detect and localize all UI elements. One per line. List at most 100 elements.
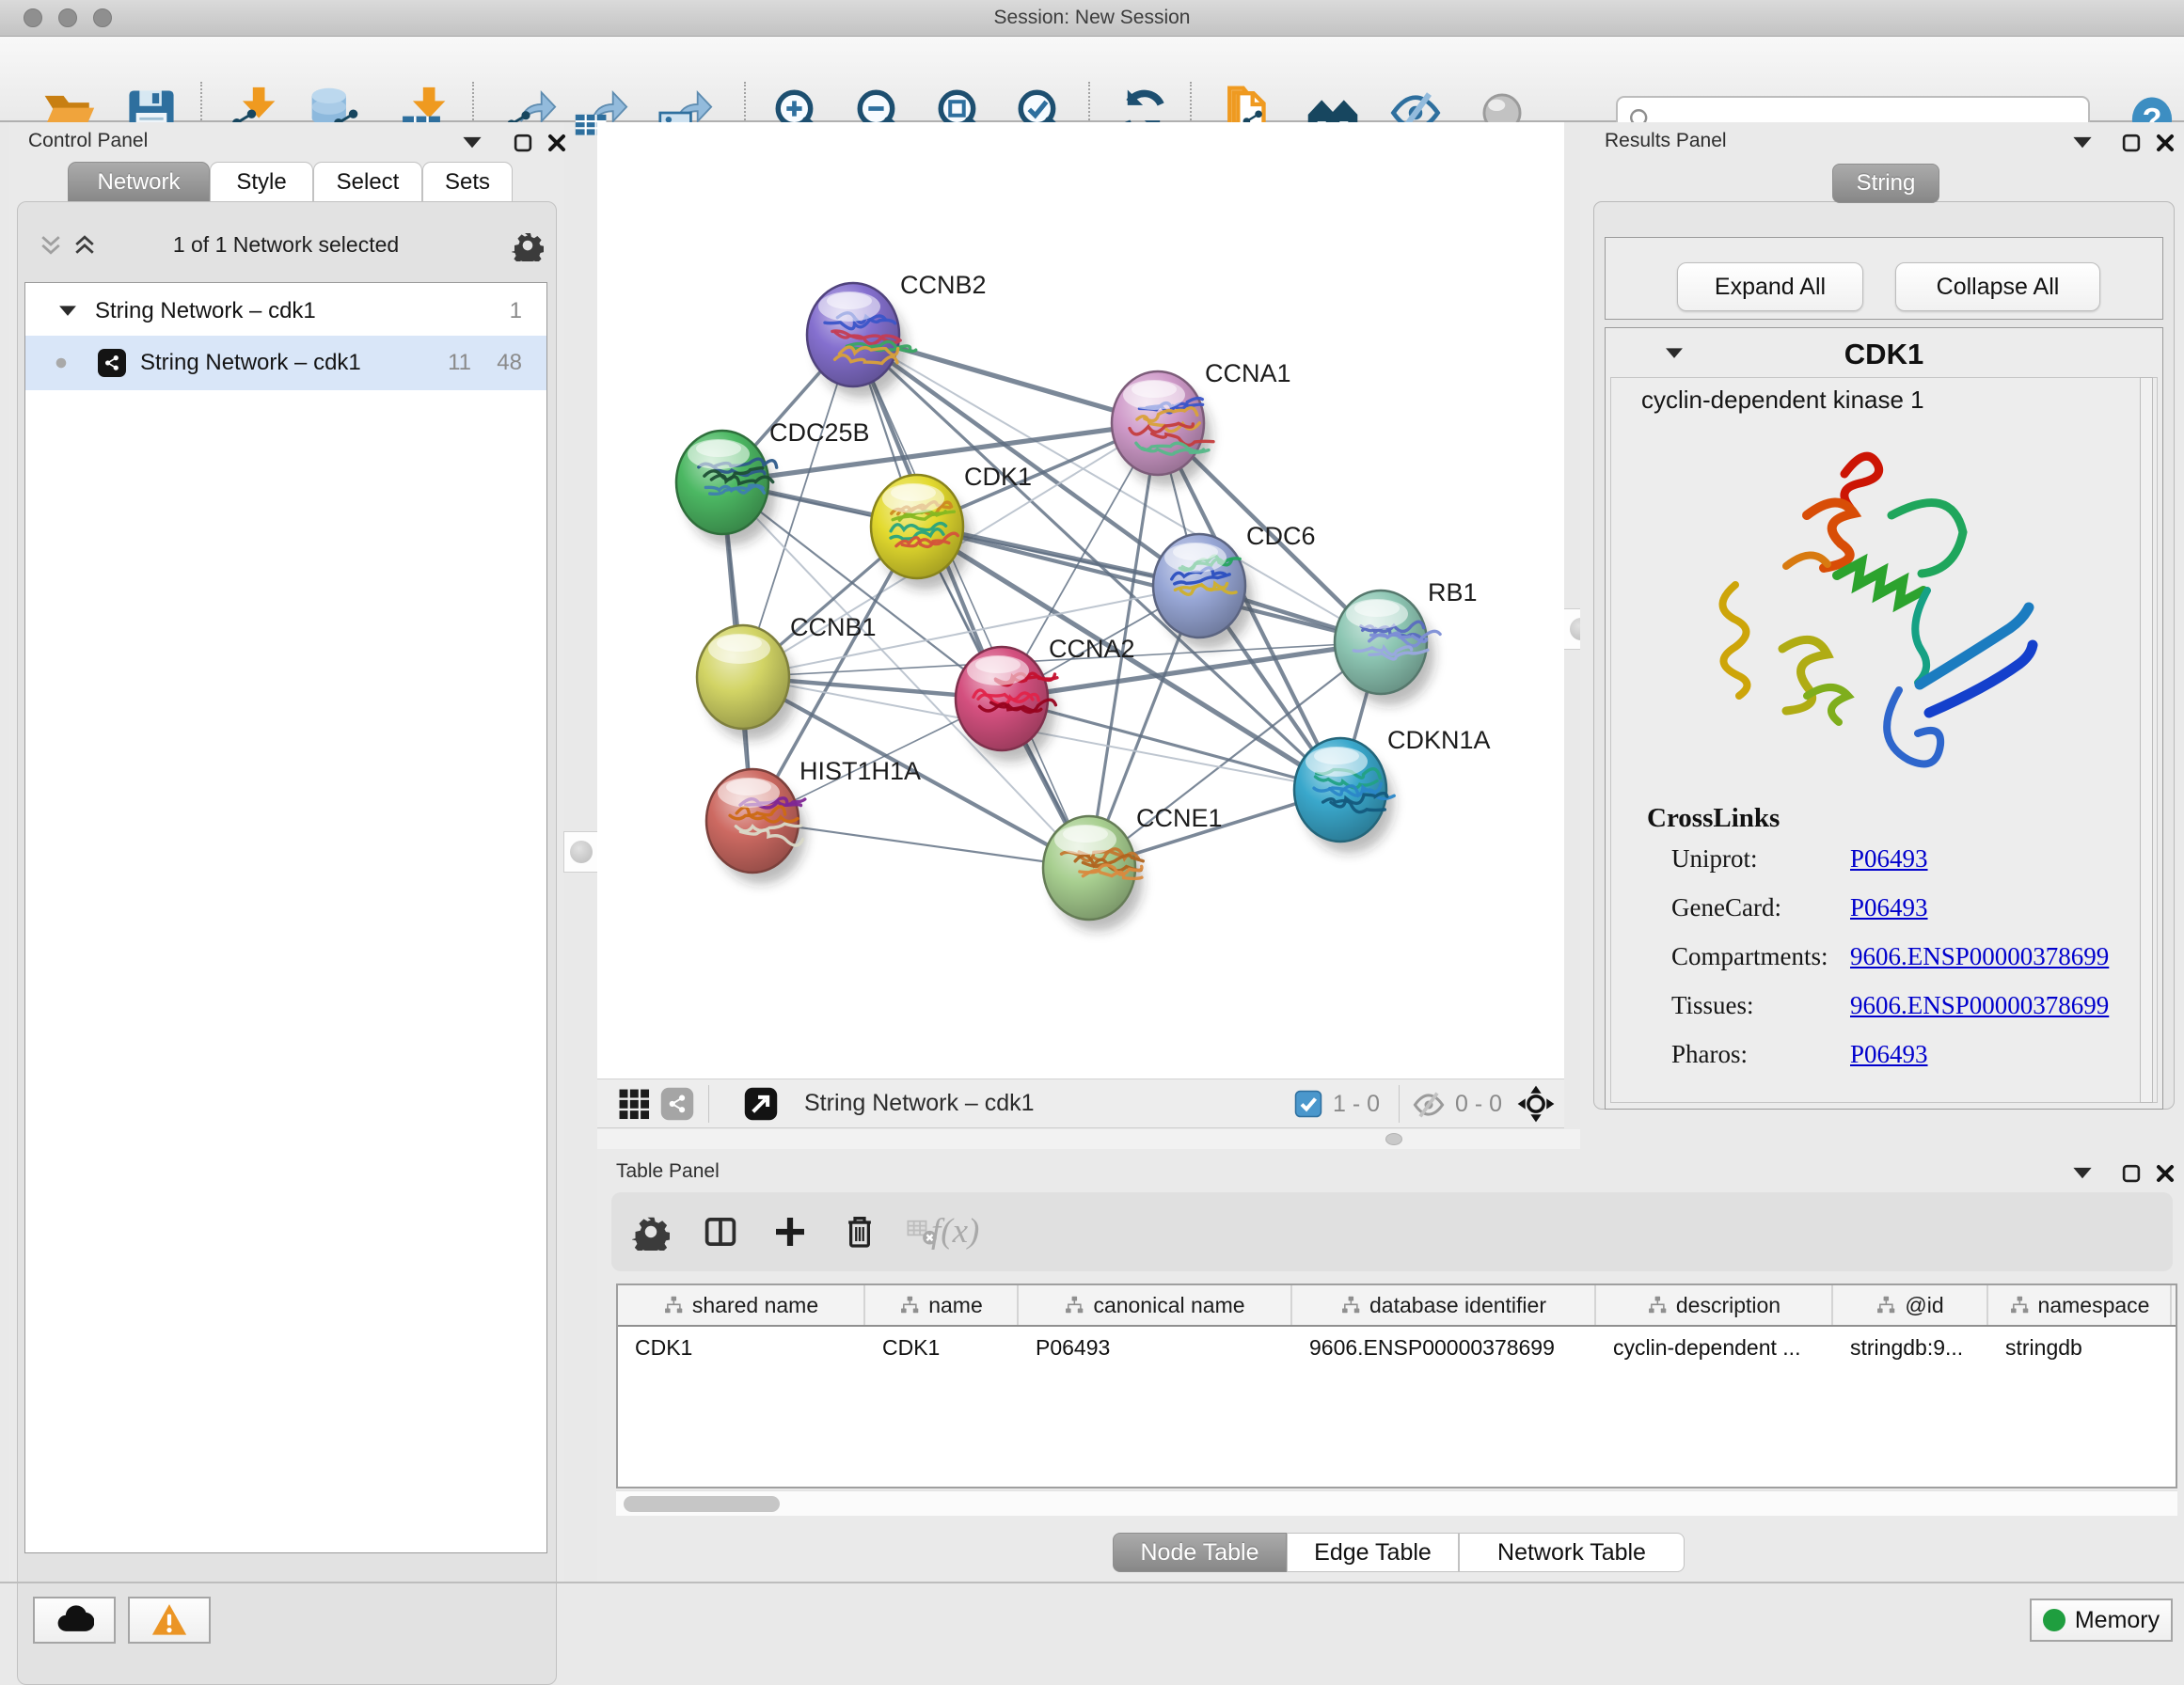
table-panel: Table Panel f(x) shared namenamecanonica…: [597, 1149, 2184, 1582]
node-label-CDKN1A: CDKN1A: [1387, 726, 1491, 754]
scrollbar-thumb[interactable]: [624, 1496, 780, 1512]
network-view-canvas[interactable]: CCNB2CCNA1CDC25BCDK1CDC6RB1CCNB1CCNA2CDK…: [597, 122, 1564, 1079]
column-type-icon: [1875, 1295, 1896, 1315]
panel-close-icon[interactable]: [2152, 1160, 2178, 1187]
table-cell[interactable]: 9606.ENSP00000378699: [1292, 1327, 1596, 1368]
network-tree-root-row[interactable]: String Network – cdk1 1: [25, 289, 546, 334]
column-header-name[interactable]: name: [865, 1285, 1019, 1325]
delete-column-icon[interactable]: [841, 1213, 878, 1251]
network-node-CDC6[interactable]: [1153, 534, 1253, 649]
table-options-gear-icon[interactable]: [632, 1213, 670, 1251]
table-cell[interactable]: stringdb: [1988, 1327, 2172, 1368]
column-header-description[interactable]: description: [1596, 1285, 1833, 1325]
tab-edge-table[interactable]: Edge Table: [1287, 1533, 1459, 1572]
network-node-CCNE1[interactable]: [1043, 816, 1143, 931]
table-cell[interactable]: CDK1: [618, 1327, 865, 1368]
column-header-namespace[interactable]: namespace: [1988, 1285, 2172, 1325]
tab-sets[interactable]: Sets: [422, 162, 513, 203]
add-column-icon[interactable]: [771, 1213, 809, 1251]
network-tree-item-row[interactable]: String Network – cdk1 11 48: [25, 336, 546, 390]
column-type-icon: [1647, 1295, 1668, 1315]
title-bar: Session: New Session: [0, 0, 2184, 37]
panel-float-icon[interactable]: [510, 130, 536, 156]
cloud-button[interactable]: [33, 1597, 116, 1644]
crosslink-link[interactable]: P06493: [1850, 893, 1928, 922]
panel-menu-icon[interactable]: [2069, 130, 2096, 156]
collapse-all-button[interactable]: Collapse All: [1895, 262, 2100, 311]
network-item-label: String Network – cdk1: [140, 350, 361, 376]
table-cell[interactable]: P06493: [1019, 1327, 1292, 1368]
grid-view-icon[interactable]: [616, 1086, 652, 1122]
network-graph[interactable]: CCNB2CCNA1CDC25BCDK1CDC6RB1CCNB1CCNA2CDK…: [597, 122, 1564, 1079]
panel-float-icon[interactable]: [2118, 130, 2144, 156]
tab-network-table[interactable]: Network Table: [1459, 1533, 1685, 1572]
table-hscrollbar[interactable]: [616, 1490, 2177, 1516]
tab-string[interactable]: String: [1832, 164, 1939, 203]
left-splitter-handle[interactable]: [563, 831, 599, 873]
memory-label: Memory: [2075, 1607, 2160, 1634]
select-columns-icon[interactable]: [702, 1213, 739, 1251]
table-cell[interactable]: CDK1: [865, 1327, 1019, 1368]
network-edges: [722, 335, 1381, 868]
network-view-statusbar: String Network – cdk1 1 - 0 0 - 0: [597, 1079, 1564, 1128]
crosslink-label: GeneCard:: [1671, 893, 1781, 922]
current-network-name: String Network – cdk1: [804, 1090, 1035, 1117]
network-node-CCNB2[interactable]: [807, 283, 916, 398]
panel-float-icon[interactable]: [2118, 1160, 2144, 1187]
column-header-database-identifier[interactable]: database identifier: [1292, 1285, 1596, 1325]
column-header-shared-name[interactable]: shared name: [618, 1285, 865, 1325]
memory-button[interactable]: Memory: [2030, 1598, 2173, 1642]
table-tabs: Node Table Edge Table Network Table: [1113, 1533, 1685, 1572]
network-node-CDC25B[interactable]: [676, 431, 777, 545]
splitter-grip-icon[interactable]: [1385, 1133, 1402, 1145]
panel-menu-icon[interactable]: [459, 130, 485, 156]
selected-count: 1 - 0: [1333, 1091, 1380, 1118]
crosslink-link[interactable]: 9606.ENSP00000378699: [1850, 942, 2109, 971]
crosslink-label: Compartments:: [1671, 942, 1828, 971]
open-external-icon[interactable]: [743, 1086, 779, 1122]
network-edge[interactable]: [853, 335, 1089, 868]
tree-expand-icon[interactable]: [55, 299, 80, 323]
table-cell[interactable]: cyclin-dependent ...: [1596, 1327, 1833, 1368]
network-node-CDKN1A[interactable]: [1294, 738, 1394, 853]
tab-select[interactable]: Select: [313, 162, 422, 203]
string-badge-icon[interactable]: [659, 1086, 695, 1122]
table-cell[interactable]: stringdb:9...: [1833, 1327, 1988, 1368]
collection-count: 1: [510, 298, 522, 324]
tab-network[interactable]: Network: [68, 162, 210, 203]
statusbar-separator: [1399, 1085, 1400, 1123]
edge-count-badge: 48: [497, 350, 522, 376]
column-type-icon: [899, 1295, 920, 1315]
crosslink-link[interactable]: P06493: [1850, 844, 1928, 874]
panel-close-icon[interactable]: [2152, 130, 2178, 156]
column-type-icon: [1340, 1295, 1361, 1315]
crosslink-link[interactable]: P06493: [1850, 1040, 1928, 1069]
crosslink-label: Tissues:: [1671, 991, 1754, 1020]
birdseye-crosshair-icon[interactable]: [1517, 1085, 1555, 1123]
panel-menu-icon[interactable]: [2069, 1160, 2096, 1187]
panel-close-icon[interactable]: [544, 130, 570, 156]
control-panel-title: Control Panel: [28, 130, 148, 152]
hidden-eye-icon[interactable]: [1412, 1088, 1446, 1122]
column-header--id[interactable]: @id: [1833, 1285, 1988, 1325]
network-node-CDK1[interactable]: [871, 475, 971, 590]
tab-node-table[interactable]: Node Table: [1113, 1533, 1287, 1572]
expand-all-chevron-icon[interactable]: [71, 231, 98, 258]
column-header-canonical-name[interactable]: canonical name: [1019, 1285, 1292, 1325]
expand-collapse-box: Expand All Collapse All: [1605, 237, 2163, 320]
results-scrollbar[interactable]: [2140, 377, 2153, 1103]
network-selected-text: 1 of 1 Network selected: [24, 232, 547, 258]
selected-checkbox-icon[interactable]: [1293, 1089, 1323, 1119]
network-node-HIST1H1A[interactable]: [706, 769, 806, 884]
network-node-RB1[interactable]: [1335, 591, 1440, 705]
tab-style[interactable]: Style: [210, 162, 313, 203]
expand-all-button[interactable]: Expand All: [1677, 262, 1863, 311]
crosslink-link[interactable]: 9606.ENSP00000378699: [1850, 991, 2109, 1020]
warnings-button[interactable]: [128, 1597, 211, 1644]
network-node-CCNA1[interactable]: [1112, 371, 1213, 486]
collapse-all-chevron-icon[interactable]: [38, 231, 64, 258]
gene-details: cyclin-dependent kinase 1 CrossLinks Uni…: [1610, 377, 2158, 1103]
node-label-RB1: RB1: [1428, 578, 1478, 606]
table-row[interactable]: CDK1CDK1P064939606.ENSP00000378699cyclin…: [618, 1327, 2176, 1368]
network-options-gear-icon[interactable]: [512, 229, 544, 261]
